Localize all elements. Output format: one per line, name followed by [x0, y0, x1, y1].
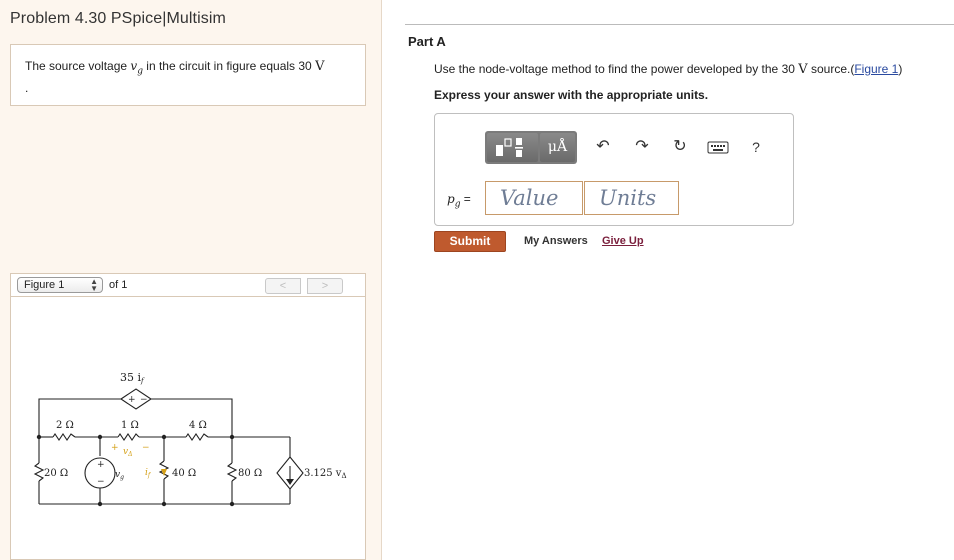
divider: [405, 24, 954, 25]
resistor-2ohm: [52, 433, 76, 441]
instruction-close: ): [898, 62, 903, 76]
figure-select[interactable]: Figure 1 ▲ ▼: [17, 277, 103, 293]
resistor-4ohm: [185, 433, 209, 441]
math-toolbar: μÅ: [485, 131, 577, 164]
figure-toolbar: Figure 1 ▲ ▼ of 1 < >: [10, 273, 366, 297]
statement-text: The source voltage vg in the circuit in …: [25, 59, 324, 76]
part-a-instruction: Use the node-voltage method to find the …: [434, 62, 902, 77]
statement-pre: The source voltage: [25, 59, 131, 73]
vdelta-label: vΔ: [123, 447, 132, 458]
templates-icon: [496, 138, 523, 157]
label-2ohm: 2 Ω: [56, 420, 74, 431]
answer-box: μÅ ↶ ↷ ↻ ? pg =: [434, 113, 794, 226]
if-label: if: [145, 468, 152, 479]
resistor-20ohm: [33, 462, 45, 482]
problem-title: Problem 4.30 PSpice|Multisim: [10, 10, 226, 27]
resistor-80ohm: [226, 462, 238, 482]
my-answers-link[interactable]: My Answers: [524, 235, 588, 247]
circuit-diagram: + − 35 if 2 Ω 1 Ω 4 Ω 20 Ω 40 Ω 80 Ω 3.1…: [33, 371, 347, 507]
help-icon[interactable]: ?: [745, 136, 767, 158]
keyboard-svg: [707, 141, 729, 154]
dep-vsource-label: 35 if: [120, 371, 145, 385]
submit-button[interactable]: Submit: [434, 231, 506, 252]
label-20ohm: 20 Ω: [44, 468, 68, 479]
answer-label: pg =: [447, 192, 471, 210]
units-input[interactable]: [584, 181, 679, 215]
resistor-1ohm: [117, 433, 140, 441]
figure-prev-button[interactable]: <: [265, 278, 301, 294]
label-40ohm: 40 Ω: [172, 468, 196, 479]
select-arrows-icon: ▲ ▼: [90, 277, 98, 293]
problem-panel: Problem 4.30 PSpice|Multisim The source …: [0, 0, 382, 560]
figure-area: + − 35 if 2 Ω 1 Ω 4 Ω 20 Ω 40 Ω 80 Ω 3.1…: [10, 297, 366, 560]
figure-next-button[interactable]: >: [307, 278, 343, 294]
problem-statement: The source voltage vg in the circuit in …: [10, 44, 366, 106]
instruction-post: source.(: [807, 62, 855, 76]
vdelta-plus: +: [111, 443, 119, 453]
dep-isource-label: 3.125 vΔ: [304, 468, 347, 480]
give-up-link[interactable]: Give Up: [602, 235, 644, 247]
statement-end: .: [25, 81, 29, 95]
figure-count: of 1: [109, 279, 128, 291]
instruction-pre: Use the node-voltage method to find the …: [434, 62, 799, 76]
vg-minus: −: [97, 477, 105, 487]
label-4ohm: 4 Ω: [189, 420, 207, 431]
statement-unit: V: [315, 59, 325, 74]
express-units-note: Express your answer with the appropriate…: [434, 88, 709, 102]
label-1ohm: 1 Ω: [121, 420, 139, 431]
templates-button[interactable]: [487, 133, 538, 162]
undo-icon[interactable]: ↶: [592, 136, 614, 158]
reset-icon[interactable]: ↻: [669, 136, 691, 158]
value-input[interactable]: [485, 181, 583, 215]
instruction-unit: V: [798, 62, 808, 77]
statement-mid: in the circuit in figure equals 30: [142, 59, 316, 73]
part-a-title: Part A: [408, 34, 446, 49]
vg-label: vg: [115, 470, 124, 481]
label-80ohm: 80 Ω: [238, 468, 262, 479]
units-button[interactable]: μÅ: [540, 133, 575, 162]
figure-link[interactable]: Figure 1: [854, 62, 898, 76]
redo-icon[interactable]: ↷: [631, 136, 653, 158]
vdelta-minus: −: [142, 443, 150, 453]
dep-source-minus: −: [140, 395, 148, 405]
dep-source-plus: +: [128, 395, 136, 405]
vg-plus: +: [97, 460, 105, 470]
figure-select-value: Figure 1: [24, 279, 65, 291]
keyboard-icon[interactable]: [707, 136, 729, 158]
